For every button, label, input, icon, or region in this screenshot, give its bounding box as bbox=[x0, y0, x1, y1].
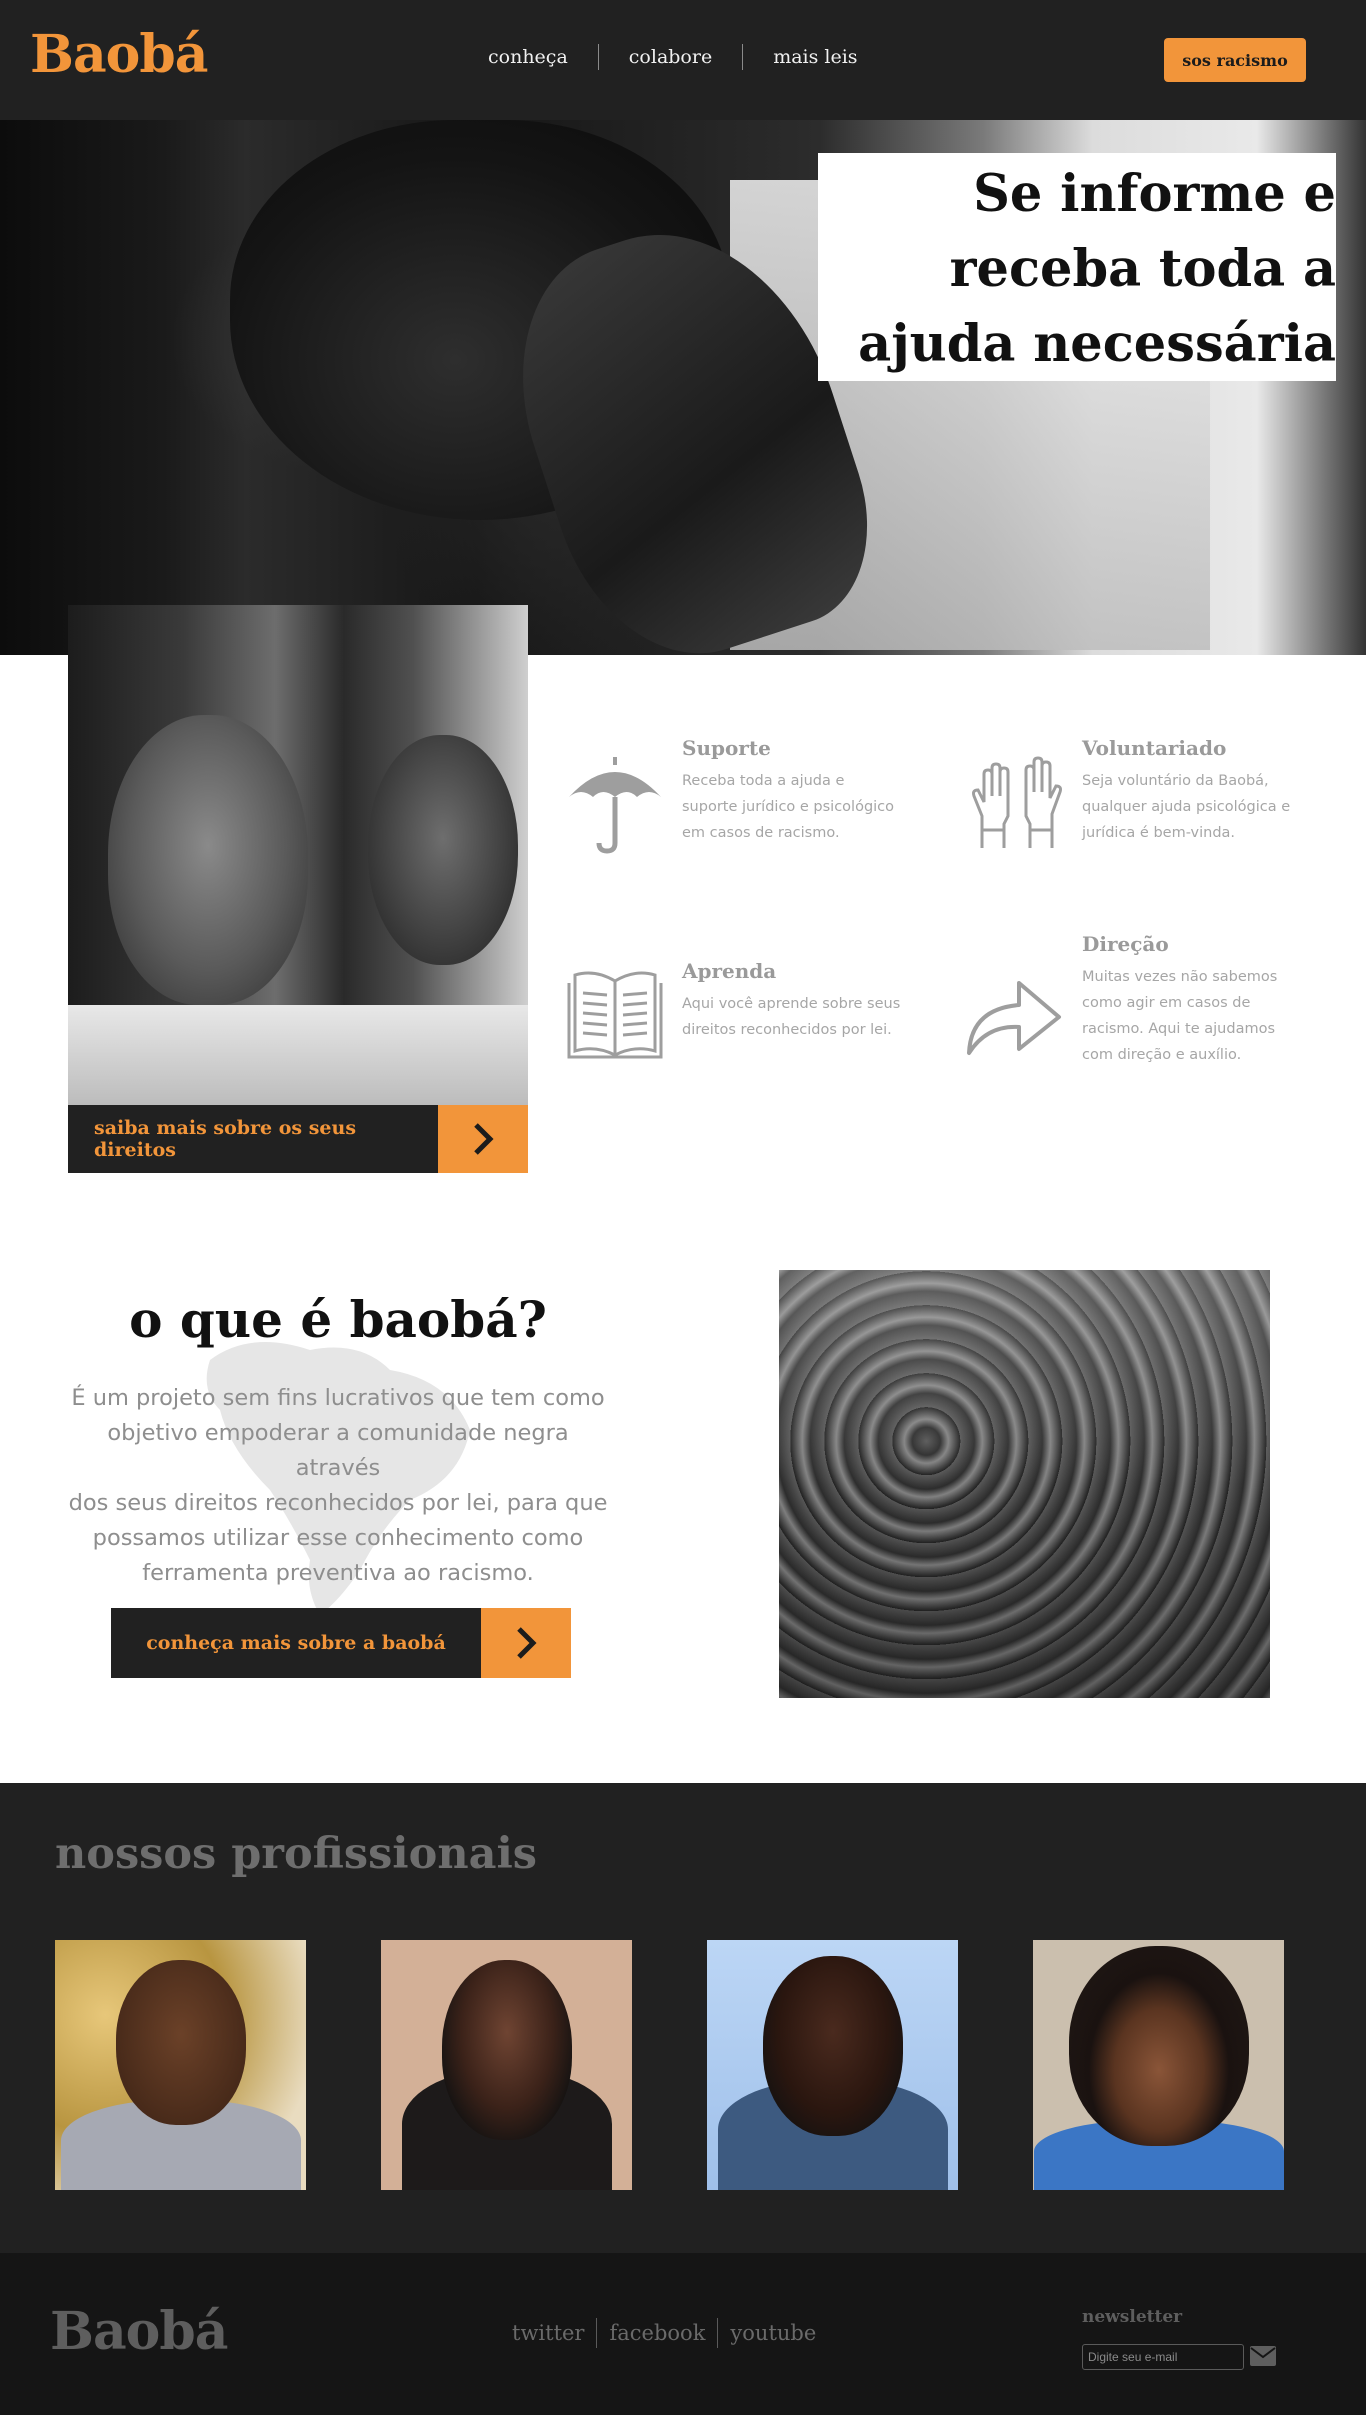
feature-text-line: como agir em casos de bbox=[1082, 995, 1251, 1011]
feature-text-line: Seja voluntário da Baobá, bbox=[1082, 773, 1269, 789]
professionals-title: nossos profissionais bbox=[55, 1829, 537, 1879]
feature-text-line: Muitas vezes não sabemos bbox=[1082, 969, 1278, 985]
hero-title: Se informe e receba toda a ajuda necessá… bbox=[816, 157, 1336, 382]
professional-photo-4 bbox=[1033, 1940, 1284, 2190]
professional-photo-3 bbox=[707, 1940, 958, 2190]
feature-title: Voluntariado bbox=[1082, 736, 1227, 760]
envelope-icon[interactable] bbox=[1250, 2346, 1276, 2366]
feature-text-line: qualquer ajuda psicológica e bbox=[1082, 799, 1291, 815]
about-title: o que é baobá? bbox=[129, 1290, 547, 1349]
feature-text-line: Aqui você aprende sobre seus bbox=[682, 996, 901, 1012]
girls-photo bbox=[68, 605, 528, 1105]
about-description: É um projeto sem fins lucrativos que tem… bbox=[68, 1381, 608, 1591]
nav-link-colabore[interactable]: colabore bbox=[597, 44, 742, 70]
open-book-icon bbox=[565, 965, 665, 1065]
main-nav: conheça colabore mais leis bbox=[458, 44, 888, 70]
footer-link-facebook[interactable]: facebook bbox=[596, 2318, 717, 2348]
feature-text-line: em casos de racismo. bbox=[682, 825, 840, 841]
girl-face-left bbox=[108, 715, 308, 1005]
feature-voluntariado: Voluntariado Seja voluntário da Baobá, q… bbox=[1082, 736, 1290, 846]
professional-face bbox=[115, 1960, 246, 2125]
about-text-line: É um projeto sem fins lucrativos que tem… bbox=[71, 1385, 605, 1411]
nav-link-mais-leis[interactable]: mais leis bbox=[742, 44, 887, 70]
about-text-line: possamos utilizar esse conhecimento como bbox=[92, 1525, 584, 1551]
feature-aprenda: Aprenda Aqui você aprende sobre seus dir… bbox=[682, 959, 900, 1043]
hero-title-box: Se informe e receba toda a ajuda necessá… bbox=[818, 153, 1336, 381]
site-header: Baobá conheça colabore mais leis sos rac… bbox=[0, 0, 1366, 120]
feature-direcao: Direção Muitas vezes não sabemos como ag… bbox=[1082, 932, 1277, 1068]
newsletter-label: newsletter bbox=[1082, 2307, 1183, 2327]
feature-suporte: Suporte Receba toda a ajuda e suporte ju… bbox=[682, 736, 894, 846]
footer-social-links: twitter facebook youtube bbox=[500, 2318, 828, 2348]
about-more-button-label[interactable]: conheça mais sobre a baobá bbox=[111, 1608, 481, 1678]
professional-photo-1 bbox=[55, 1940, 306, 2190]
professional-photo-2 bbox=[381, 1940, 632, 2190]
professional-face bbox=[441, 1960, 572, 2140]
logo[interactable]: Baobá bbox=[30, 24, 208, 85]
rights-button-label[interactable]: saiba mais sobre os seus direitos bbox=[68, 1105, 438, 1173]
about-more-button[interactable]: conheça mais sobre a baobá bbox=[111, 1608, 571, 1678]
feature-text-line: Receba toda a ajuda e bbox=[682, 773, 845, 789]
feature-title: Aprenda bbox=[682, 959, 777, 983]
girls-shirts bbox=[68, 1005, 528, 1105]
feature-title: Suporte bbox=[682, 736, 771, 760]
professional-face bbox=[762, 1956, 903, 2136]
chevron-right-icon[interactable] bbox=[438, 1105, 528, 1173]
footer-link-twitter[interactable]: twitter bbox=[500, 2318, 596, 2348]
hero-title-line-3: ajuda necessária bbox=[858, 314, 1336, 374]
raised-hands-icon bbox=[968, 752, 1068, 852]
share-arrow-icon bbox=[963, 965, 1063, 1065]
hero-title-line-1: Se informe e bbox=[973, 164, 1336, 224]
about-text-line: objetivo empoderar a comunidade negra at… bbox=[107, 1420, 569, 1481]
crowd-raised-fists-photo bbox=[779, 1270, 1270, 1698]
nav-link-conheca[interactable]: conheça bbox=[458, 44, 598, 70]
girl-face-right bbox=[368, 735, 518, 965]
feature-text-line: direitos reconhecidos por lei. bbox=[682, 1022, 892, 1038]
feature-title: Direção bbox=[1082, 932, 1169, 956]
feature-text-line: racismo. Aqui te ajudamos bbox=[1082, 1021, 1276, 1037]
about-text-line: ferramenta preventiva ao racismo. bbox=[142, 1560, 534, 1586]
umbrella-icon bbox=[565, 755, 665, 855]
professionals-section: nossos profissionais bbox=[0, 1783, 1366, 2253]
rights-button[interactable]: saiba mais sobre os seus direitos bbox=[68, 1105, 528, 1173]
site-footer: Baobá twitter facebook youtube newslette… bbox=[0, 2253, 1366, 2415]
footer-link-youtube[interactable]: youtube bbox=[717, 2318, 828, 2348]
newsletter-email-input[interactable] bbox=[1082, 2344, 1244, 2370]
professional-face bbox=[1068, 1946, 1249, 2146]
hero-title-line-2: receba toda a bbox=[949, 239, 1336, 299]
feature-text-line: suporte jurídico e psicológico bbox=[682, 799, 895, 815]
feature-text-line: com direção e auxílio. bbox=[1082, 1047, 1242, 1063]
about-text-line: dos seus direitos reconhecidos por lei, … bbox=[68, 1490, 608, 1516]
chevron-right-icon[interactable] bbox=[481, 1608, 571, 1678]
feature-text-line: jurídica é bem-vinda. bbox=[1082, 825, 1236, 841]
footer-logo[interactable]: Baobá bbox=[50, 2301, 228, 2362]
sos-racismo-button[interactable]: sos racismo bbox=[1164, 38, 1306, 82]
